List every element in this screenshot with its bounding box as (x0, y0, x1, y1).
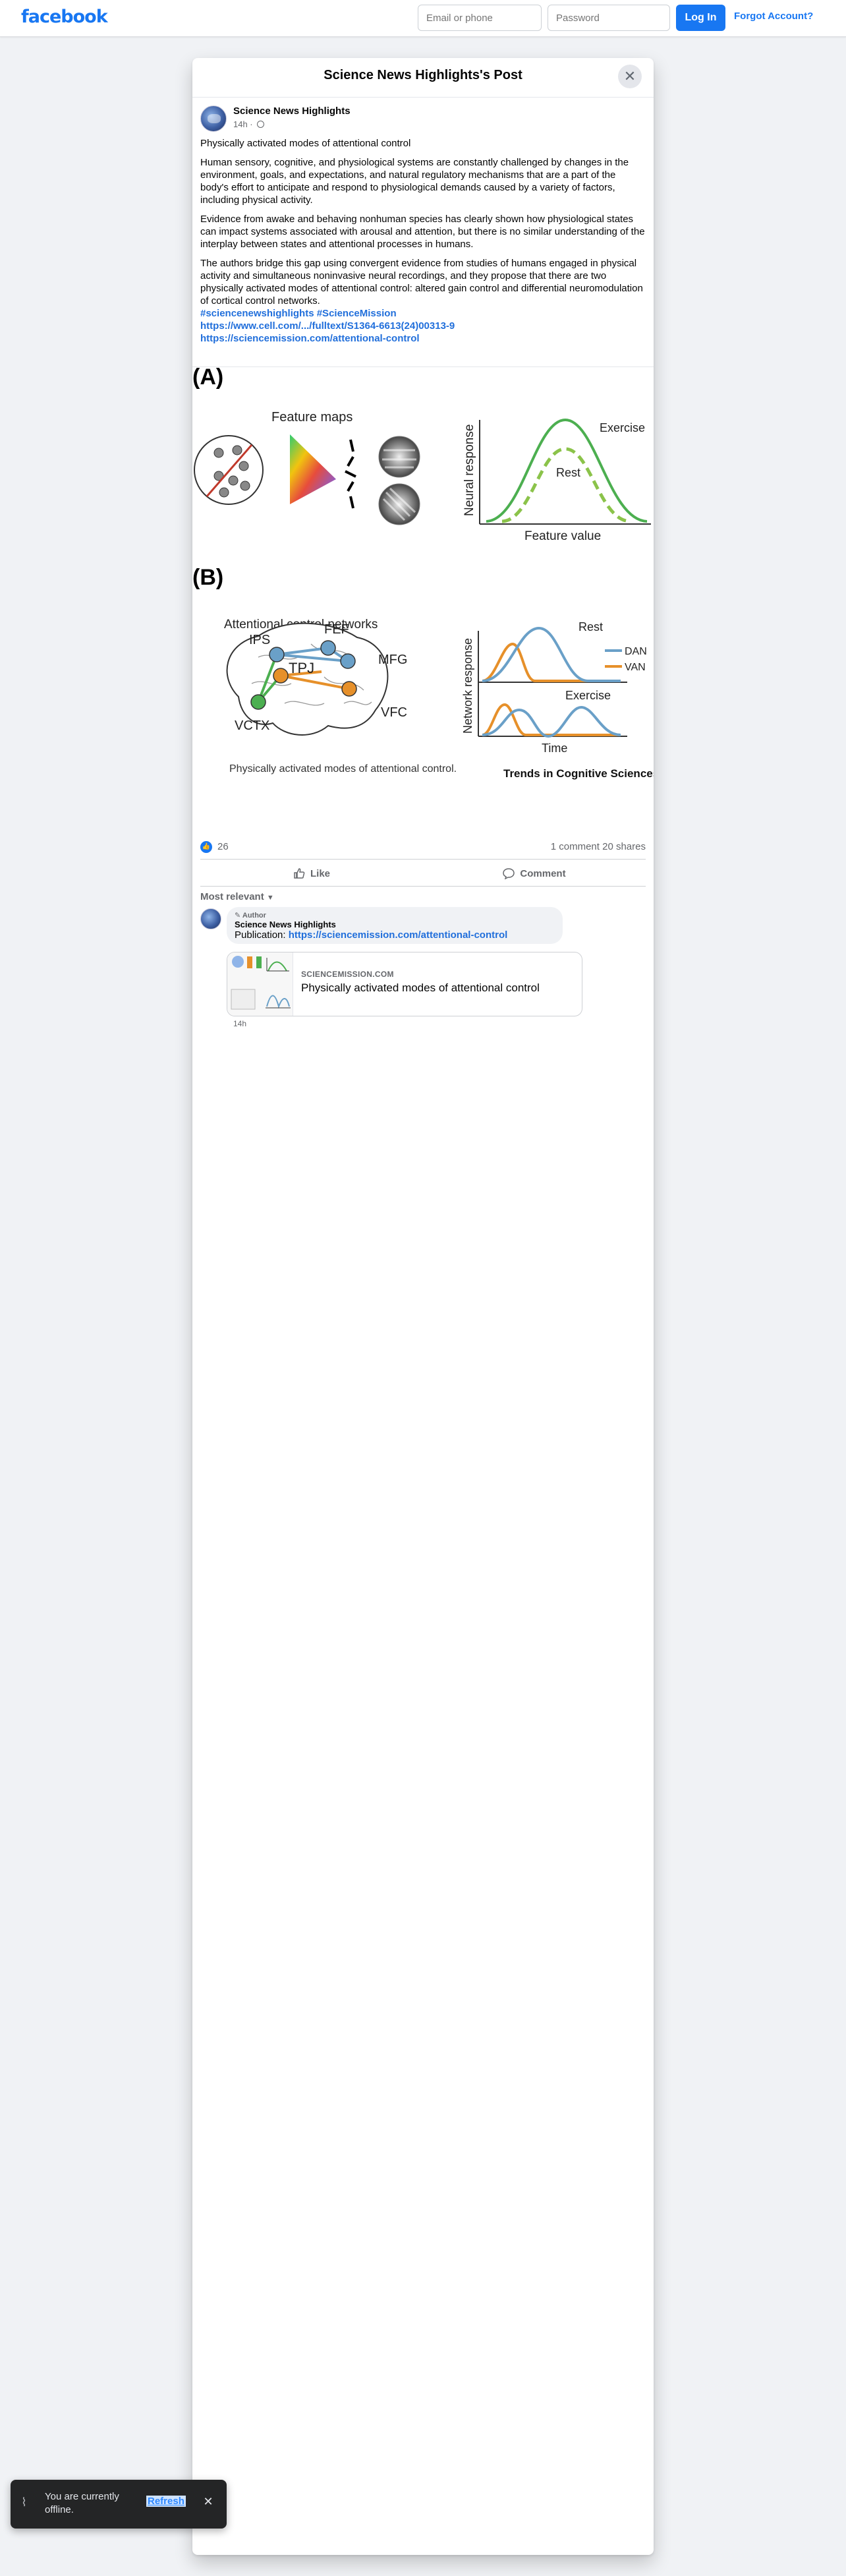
vctx-label: VCTX (235, 718, 269, 733)
figure-caption: Physically activated modes of attentiona… (229, 763, 457, 775)
offline-message: You are currently offline. (45, 2491, 119, 2515)
rest-label: Rest (556, 466, 580, 479)
like-label: Like (310, 867, 330, 879)
vfc-node (341, 681, 357, 697)
sciencemission-link[interactable]: https://sciencemission.com/attentional-c… (200, 332, 646, 345)
globe-icon (257, 121, 265, 128)
fef-label: FEF (324, 622, 349, 637)
post-author[interactable]: Science News Highlights (233, 105, 351, 117)
author-badge-label: Author (242, 912, 266, 920)
fef-node (320, 640, 336, 656)
journal-name: Trends in Cognitive Sciences (503, 767, 654, 780)
comment-button[interactable]: Comment (423, 860, 646, 887)
rest-chart-label: Rest (578, 620, 603, 633)
vfc-label: VFC (381, 705, 407, 720)
neural-response-label: Neural response (463, 424, 476, 516)
wifi-off-icon: ⌇ (21, 2496, 27, 2509)
exercise-label: Exercise (600, 421, 645, 434)
close-icon[interactable]: ✕ (200, 2494, 216, 2510)
offline-toast: ⌇ You are currently offline. Refresh ✕ (11, 2480, 227, 2529)
avatar[interactable] (200, 105, 227, 132)
exercise-chart-label: Exercise (565, 689, 611, 702)
refresh-link[interactable]: Refresh (146, 2496, 186, 2507)
van-legend-label: VAN (625, 662, 646, 673)
facebook-logo[interactable]: facebook (21, 7, 108, 27)
ips-node (269, 647, 285, 662)
van-rest-curve (482, 642, 621, 682)
time-label: Time (542, 742, 567, 755)
close-button[interactable]: ✕ (618, 65, 642, 88)
comment-label: Comment (520, 867, 566, 879)
caret-down-icon: ▼ (266, 894, 274, 902)
top-navigation-bar: facebook Log In Forgot Account? (0, 0, 846, 37)
van-exercise-curve (482, 703, 621, 736)
dan-legend-label: DAN (625, 646, 647, 657)
vctx-node (250, 694, 266, 710)
post-dialog: Science News Highlights's Post ✕ Science… (192, 58, 659, 2555)
like-button[interactable]: Like (200, 860, 423, 887)
network-response-label: Network response (461, 638, 474, 734)
comment-author[interactable]: Science News Highlights (235, 920, 555, 929)
comment-bubble: ✎ Author Science News Highlights Publica… (227, 907, 563, 944)
post-meta: 14h · (233, 119, 265, 129)
comment-icon (503, 868, 515, 879)
author-badge: ✎ Author (235, 911, 555, 920)
color-space-icon (290, 434, 336, 504)
tpj-label: TPJ (289, 660, 314, 676)
mfg-label: MFG (378, 653, 407, 667)
feature-maps-label: Feature maps (271, 410, 352, 424)
hashtags[interactable]: #sciencenewshighlights #ScienceMission (200, 307, 646, 320)
tpj-node (273, 668, 289, 684)
comment-time[interactable]: 14h (233, 1019, 246, 1028)
forgot-account-link[interactable]: Forgot Account? (734, 11, 813, 22)
sort-label: Most relevant (200, 891, 264, 902)
password-input[interactable] (548, 5, 670, 31)
post-links: #sciencenewshighlights #ScienceMission h… (200, 307, 646, 345)
post-title: Physically activated modes of attentiona… (200, 138, 411, 149)
post-time[interactable]: 14h · (233, 119, 253, 129)
reactions-bar: 👍 26 1 comment 20 shares (200, 836, 646, 860)
orientation-lines-icon (345, 439, 356, 509)
close-icon: ✕ (623, 68, 636, 85)
post-paragraph: The authors bridge this gap using conver… (200, 258, 643, 307)
dialog-title: Science News Highlights's Post (324, 68, 522, 82)
post-paragraph: Human sensory, cognitive, and physiologi… (200, 157, 629, 206)
post-paragraph: Evidence from awake and behaving nonhuma… (200, 214, 645, 250)
mfg-node (340, 653, 356, 669)
dialog-header: Science News Highlights's Post ✕ (192, 58, 654, 98)
email-input[interactable] (418, 5, 542, 31)
comment-share-count[interactable]: 1 comment 20 shares (551, 841, 646, 852)
login-button[interactable]: Log In (676, 5, 725, 31)
comment-link[interactable]: https://sciencemission.com/attentional-c… (289, 929, 508, 941)
post-body: Physically activated modes of attentiona… (200, 137, 646, 345)
card-domain: SCIENCEMISSION.COM (301, 970, 394, 979)
cell-link[interactable]: https://www.cell.com/.../fulltext/S1364-… (200, 320, 646, 332)
comment-sort-dropdown[interactable]: Most relevant ▼ (200, 891, 274, 902)
thumbs-up-outline-icon (294, 868, 305, 879)
link-preview-card[interactable]: SCIENCEMISSION.COM Physically activated … (227, 952, 582, 1016)
card-title: Physically activated modes of attentiona… (301, 981, 540, 994)
pencil-icon: ✎ (235, 912, 241, 920)
like-count[interactable]: 26 (217, 841, 229, 852)
post-image[interactable]: (A) Feature maps Neural response Feature… (192, 365, 659, 833)
panel-a-label: (A) (192, 367, 223, 390)
figure-graphic: (A) Feature maps Neural response Feature… (192, 365, 659, 780)
link-thumbnail (227, 952, 293, 1016)
comment-avatar[interactable] (200, 908, 221, 929)
thumbs-up-icon: 👍 (200, 841, 212, 853)
dan-exercise-curve (482, 705, 621, 738)
comment-text: Publication: https://sciencemission.com/… (235, 929, 555, 941)
feature-value-label: Feature value (524, 529, 601, 543)
grating-icon (378, 436, 420, 478)
ips-label: IPS (249, 633, 270, 647)
post-header: Science News Highlights 14h · (200, 105, 646, 134)
post-actions: Like Comment (200, 860, 646, 887)
comment-prefix: Publication: (235, 929, 286, 941)
panel-b-label: (B) (192, 565, 223, 590)
